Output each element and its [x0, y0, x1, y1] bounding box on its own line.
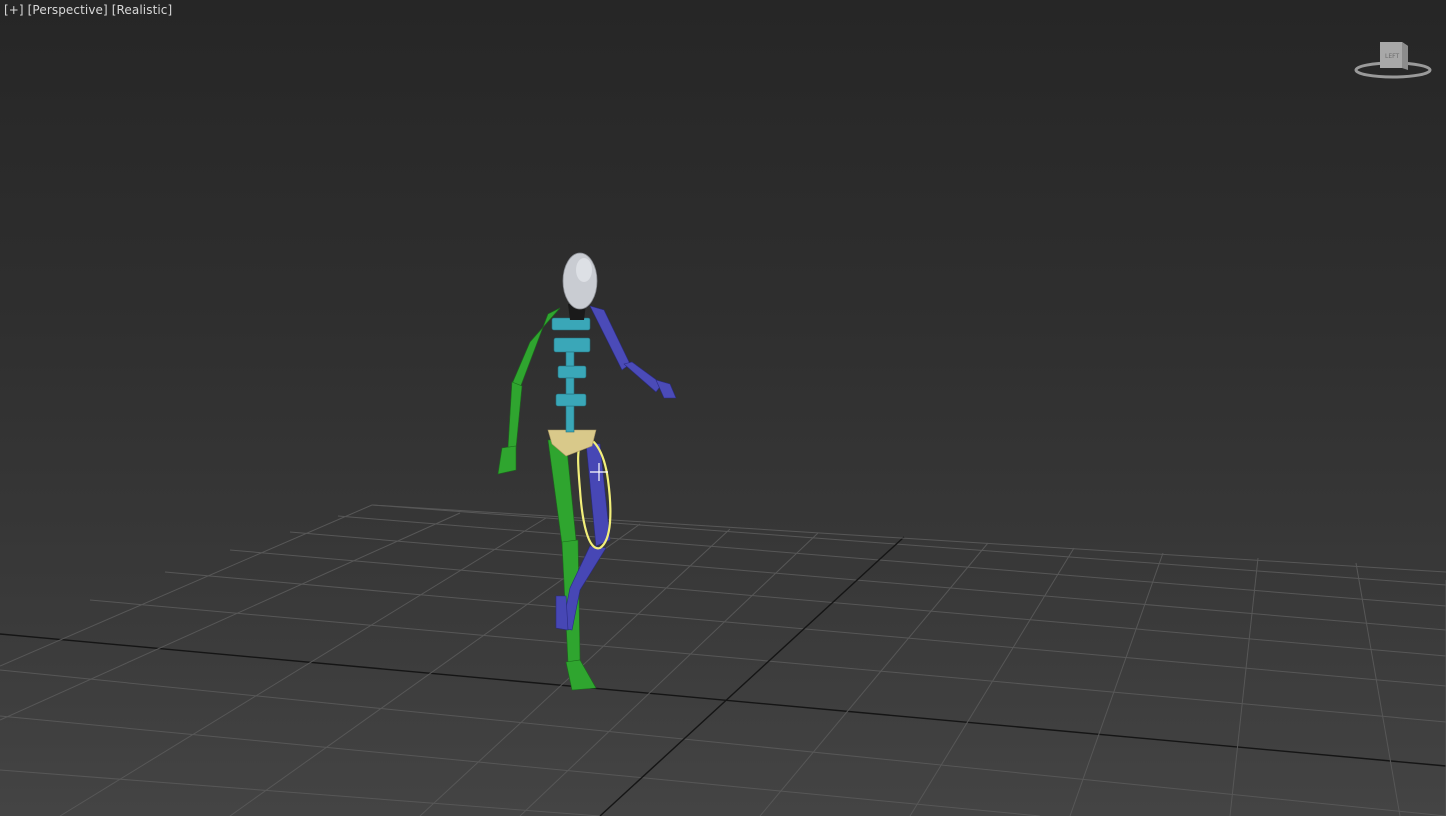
right-arm[interactable]: [589, 305, 677, 399]
perspective-viewport[interactable]: [+] [Perspective] [Realistic] LEFT: [0, 0, 1446, 816]
scene-canvas[interactable]: [0, 0, 1446, 816]
viewcube-face-label: LEFT: [1385, 53, 1399, 60]
viewcube[interactable]: LEFT: [1352, 36, 1434, 84]
spine[interactable]: [551, 317, 591, 433]
viewcube-right-face[interactable]: [1402, 42, 1408, 70]
home-grid: [0, 504, 1446, 816]
biped-character[interactable]: [497, 252, 677, 691]
